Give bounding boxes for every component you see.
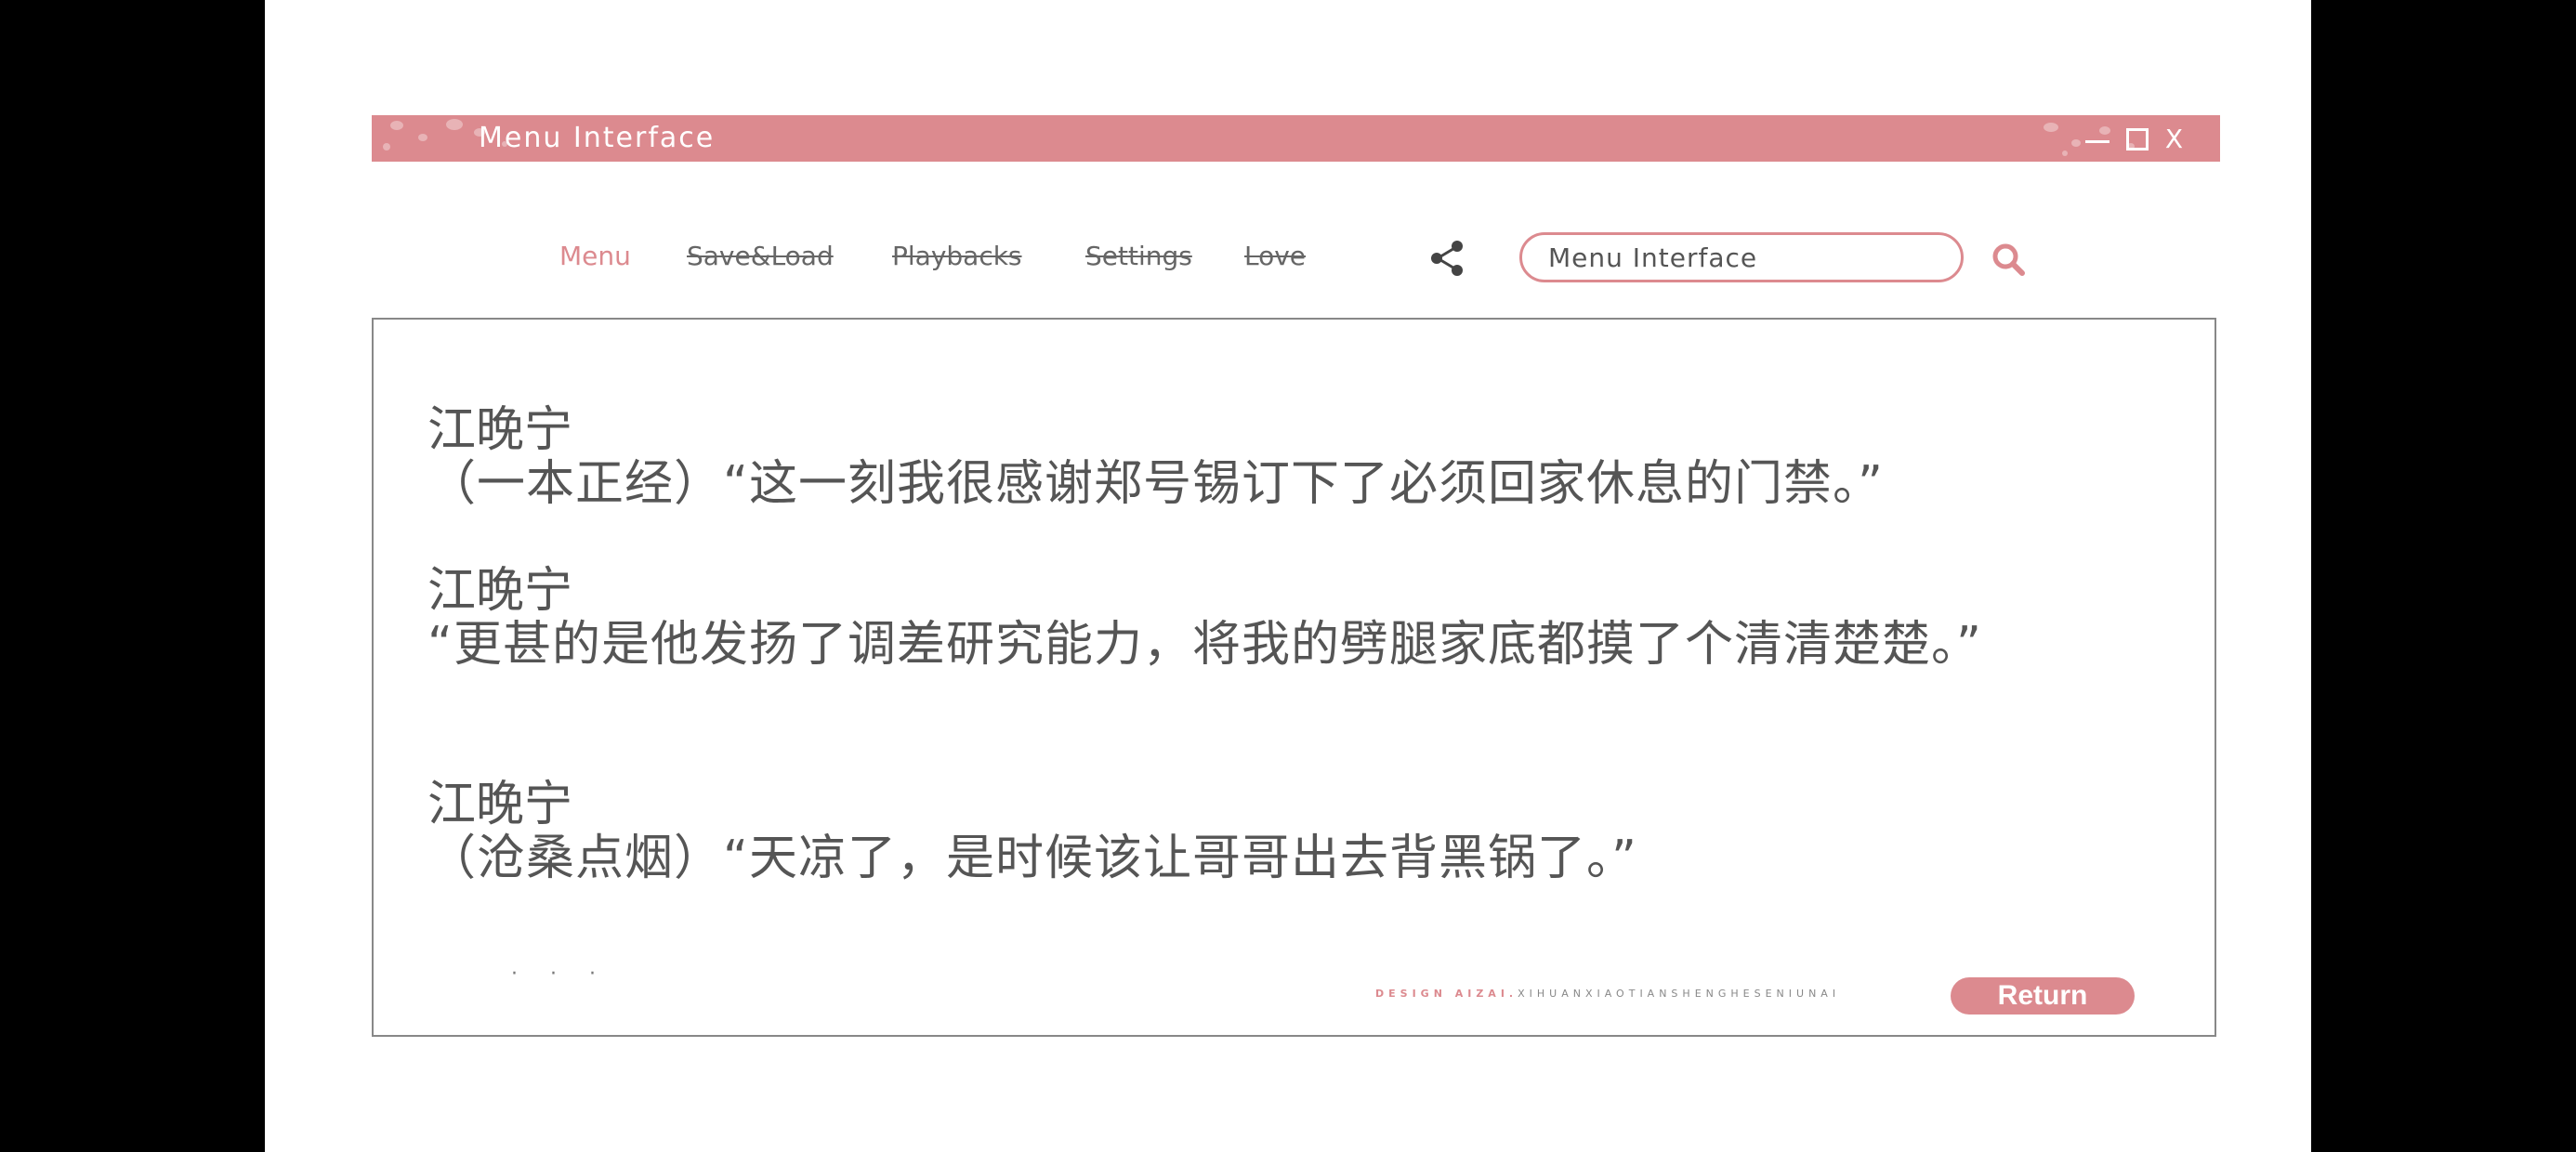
dialogue-line: （沧桑点烟）“天凉了，是时候该让哥哥出去背黑锅了。” xyxy=(427,831,1637,886)
window-controls: X xyxy=(2084,121,2183,158)
design-credit-suffix: XIHUANXIAOTIANSHENGHESENIUNAI xyxy=(1518,988,1841,1000)
dialogue-entry: 江晚宁 （沧桑点烟）“天凉了，是时候该让哥哥出去背黑锅了。” xyxy=(427,778,2175,885)
window-title: Menu Interface xyxy=(479,122,716,154)
dialogue-line: （一本正经）“这一刻我很感谢郑号锡订下了必须回家休息的门禁。” xyxy=(427,456,1884,512)
dialogue-line: “更甚的是他发扬了调差研究能力，将我的劈腿家底都摸了个清清楚楚。” xyxy=(427,617,1982,673)
dialogue-entry: 江晚宁 （一本正经）“这一刻我很感谢郑号锡订下了必须回家休息的门禁。” xyxy=(427,403,2175,511)
close-button[interactable]: X xyxy=(2165,123,2183,156)
minimize-button[interactable] xyxy=(2084,139,2109,143)
speaker-name: 江晚宁 xyxy=(427,563,573,619)
nav-item-save-load[interactable]: Save&Load xyxy=(687,240,834,273)
design-credit-prefix: DESIGN AIZAI. xyxy=(1375,988,1518,1000)
nav-item-settings[interactable]: Settings xyxy=(1085,240,1192,273)
return-button[interactable]: Return xyxy=(1951,977,2135,1015)
design-credit: DESIGN AIZAI.XIHUANXIAOTIANSHENGHESENIUN… xyxy=(1375,988,1840,1000)
maximize-button[interactable] xyxy=(2125,128,2149,151)
search-box xyxy=(1519,232,1964,282)
search-icon[interactable] xyxy=(1989,240,2028,279)
title-bar: Menu Interface X xyxy=(372,115,2220,162)
share-icon[interactable] xyxy=(1426,238,1467,279)
nav-item-menu[interactable]: Menu xyxy=(559,240,631,273)
nav-bar: Menu Save&Load Playbacks Settings Love xyxy=(265,232,2311,288)
history-panel: 江晚宁 （一本正经）“这一刻我很感谢郑号锡订下了必须回家休息的门禁。” 江晚宁 … xyxy=(372,318,2216,1037)
nav-item-love[interactable]: Love xyxy=(1244,240,1306,273)
search-input[interactable] xyxy=(1548,241,1939,274)
speaker-name: 江晚宁 xyxy=(427,402,573,458)
speaker-name: 江晚宁 xyxy=(427,777,573,832)
dialogue-entry: 江晚宁 “更甚的是他发扬了调差研究能力，将我的劈腿家底都摸了个清清楚楚。” xyxy=(427,564,2175,672)
ellipsis-indicator: · · · xyxy=(511,962,609,986)
nav-item-playbacks[interactable]: Playbacks xyxy=(892,240,1022,273)
app-window: Menu Interface X Menu Save&Load Playback… xyxy=(265,0,2311,1152)
